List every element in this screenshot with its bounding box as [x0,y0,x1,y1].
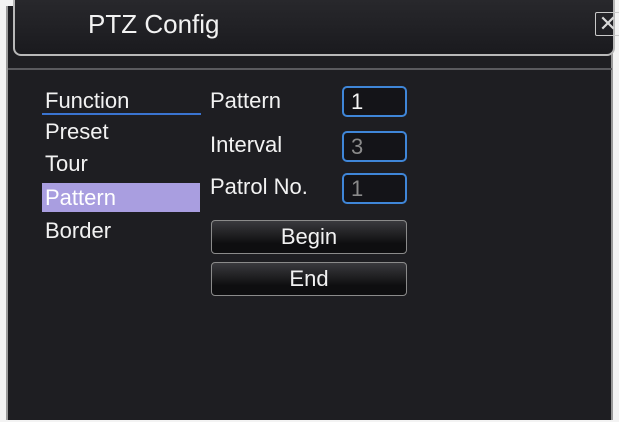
close-icon[interactable]: ✕ [595,12,619,36]
end-button[interactable]: End [211,262,407,296]
divider [8,68,612,70]
menu-item-function[interactable]: Function [42,86,200,115]
pattern-field[interactable]: 1 [342,86,407,117]
patrol-no-field[interactable]: 1 [342,173,407,204]
title-bar: PTZ Config ✕ [13,0,619,56]
interval-label: Interval [210,132,283,157]
begin-button[interactable]: Begin [211,220,407,254]
interval-field[interactable]: 3 [342,131,407,162]
pattern-label: Pattern [210,88,281,113]
menu-item-tour[interactable]: Tour [42,149,200,178]
menu-item-border[interactable]: Border [42,216,200,245]
menu-item-pattern[interactable]: Pattern [42,183,200,212]
menu-item-preset[interactable]: Preset [42,117,200,146]
patrol-no-label: Patrol No. [210,174,308,199]
function-underline [42,113,201,115]
window-title: PTZ Config [88,9,220,39]
